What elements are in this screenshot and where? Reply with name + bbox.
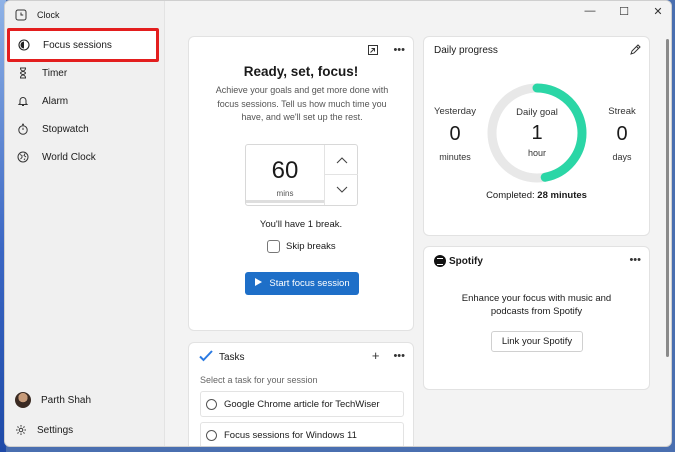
minimize-icon[interactable]: — xyxy=(583,5,597,18)
app-title-text: Clock xyxy=(37,10,60,20)
maximize-icon[interactable]: ☐ xyxy=(617,5,631,18)
sidebar-item-stopwatch[interactable]: Stopwatch xyxy=(11,115,158,143)
skip-breaks-label: Skip breaks xyxy=(286,241,336,252)
clock-app-icon xyxy=(15,9,27,21)
window-controls: — ☐ ✕ xyxy=(583,5,665,18)
minutes-unit: mins xyxy=(276,189,294,198)
completed-text: Completed: 28 minutes xyxy=(424,190,649,201)
decrease-minutes-button[interactable] xyxy=(325,175,358,205)
stopwatch-icon xyxy=(17,123,29,135)
minutes-stepper[interactable]: 60 mins xyxy=(245,144,358,206)
bell-icon xyxy=(17,95,29,107)
task-label: Focus sessions for Windows 11 xyxy=(224,429,357,441)
globe-icon xyxy=(17,151,29,163)
spotify-icon xyxy=(434,255,446,267)
avatar xyxy=(15,392,31,408)
skip-breaks-checkbox[interactable] xyxy=(267,240,280,253)
task-radio[interactable] xyxy=(206,429,217,441)
tasks-card-actions: + ••• xyxy=(372,349,405,362)
daily-progress-title: Daily progress xyxy=(434,45,498,56)
focus-title: Ready, set, focus! xyxy=(243,64,359,79)
increase-minutes-button[interactable] xyxy=(325,145,358,175)
sidebar-item-label: Alarm xyxy=(42,95,69,107)
gear-icon xyxy=(15,424,27,436)
focus-description: Achieve your goals and get more done wit… xyxy=(215,85,389,122)
break-text: You'll have 1 break. xyxy=(259,219,343,230)
add-task-icon[interactable]: + xyxy=(372,349,380,362)
spotify-card-actions: ••• xyxy=(629,254,641,266)
spotify-description-line-1: Enhance your focus with music and xyxy=(461,293,612,304)
sidebar-item-label: Focus sessions xyxy=(43,39,112,51)
more-options-icon[interactable]: ••• xyxy=(393,350,405,362)
hourglass-icon xyxy=(17,67,29,79)
task-item[interactable]: Focus sessions for Windows 11 xyxy=(200,422,404,446)
tasks-title: Tasks xyxy=(219,352,245,363)
chevron-down-icon xyxy=(336,186,347,193)
focus-icon xyxy=(18,39,30,51)
sidebar-item-focus-sessions[interactable]: Focus sessions xyxy=(7,28,159,62)
focus-card-actions: ••• xyxy=(367,44,405,56)
yesterday-stat: Yesterday 0 minutes xyxy=(430,106,480,162)
play-icon xyxy=(254,277,263,290)
focus-card: ••• Ready, set, focus! Achieve your goal… xyxy=(188,36,414,331)
chevron-up-icon xyxy=(336,156,347,163)
link-spotify-button[interactable]: Link your Spotify xyxy=(491,331,583,352)
spotify-card: Spotify ••• Enhance your focus with musi… xyxy=(423,246,650,390)
tasks-card: Tasks + ••• Select a task for your sessi… xyxy=(188,342,414,446)
streak-stat: Streak 0 days xyxy=(600,106,644,162)
yesterday-unit: minutes xyxy=(439,152,471,162)
spotify-brand: Spotify xyxy=(449,255,483,267)
yesterday-label: Yesterday xyxy=(434,106,476,117)
skip-breaks-option[interactable]: Skip breaks xyxy=(267,240,336,253)
settings-button[interactable]: Settings xyxy=(15,424,73,436)
profile-button[interactable]: Parth Shah xyxy=(15,392,91,408)
sidebar-item-label: World Clock xyxy=(42,151,96,163)
task-label: Google Chrome article for TechWiser xyxy=(224,398,380,410)
completed-label: Completed: xyxy=(486,190,535,201)
streak-unit: days xyxy=(612,152,632,162)
checkmark-icon xyxy=(199,350,213,365)
streak-value: 0 xyxy=(616,123,628,145)
streak-label: Streak xyxy=(608,106,636,117)
sidebar-item-alarm[interactable]: Alarm xyxy=(11,87,158,115)
yesterday-value: 0 xyxy=(449,123,461,145)
task-radio[interactable] xyxy=(206,398,217,410)
task-hint: Select a task for your session xyxy=(200,375,318,385)
sidebar: Clock Focus sessions Timer Alarm Stopwat… xyxy=(5,1,164,446)
edit-pencil-icon[interactable] xyxy=(629,44,641,56)
close-icon[interactable]: ✕ xyxy=(651,5,665,18)
daily-goal-stat: Daily goal 1 hour xyxy=(486,107,588,158)
daily-progress-card: Daily progress Yesterday 0 minutes Daily… xyxy=(423,36,650,236)
spotify-description-line-2: podcasts from Spotify xyxy=(490,306,583,317)
settings-label: Settings xyxy=(37,424,74,436)
profile-name: Parth Shah xyxy=(41,394,92,406)
start-button-label: Start focus session xyxy=(269,278,350,289)
clock-window: Clock Focus sessions Timer Alarm Stopwat… xyxy=(4,0,672,447)
spotify-description: Enhance your focus with music and podcas… xyxy=(424,292,649,318)
sidebar-item-label: Timer xyxy=(42,67,68,79)
pop-out-icon[interactable] xyxy=(367,44,379,56)
start-focus-session-button[interactable]: Start focus session xyxy=(245,272,359,295)
more-options-icon[interactable]: ••• xyxy=(393,44,405,56)
sidebar-item-timer[interactable]: Timer xyxy=(11,59,158,87)
sidebar-item-world-clock[interactable]: World Clock xyxy=(11,143,158,171)
minutes-value[interactable]: 60 xyxy=(246,157,324,185)
stepper-underline xyxy=(246,200,324,203)
daily-goal-unit: hour xyxy=(527,148,546,158)
more-options-icon[interactable]: ••• xyxy=(629,254,641,266)
spotify-logo: Spotify xyxy=(434,255,483,267)
daily-goal-value: 1 xyxy=(531,122,543,144)
app-title: Clock xyxy=(15,9,60,21)
progress-card-actions xyxy=(629,44,641,56)
main-content: — ☐ ✕ ••• Ready, set, focus! Achieve you… xyxy=(164,1,671,446)
task-item[interactable]: Google Chrome article for TechWiser xyxy=(200,391,404,417)
sidebar-item-label: Stopwatch xyxy=(42,123,89,135)
daily-goal-label: Daily goal xyxy=(516,107,558,118)
tasks-header: Tasks xyxy=(199,350,245,365)
completed-value: 28 minutes xyxy=(537,190,587,201)
scrollbar[interactable] xyxy=(666,39,669,357)
